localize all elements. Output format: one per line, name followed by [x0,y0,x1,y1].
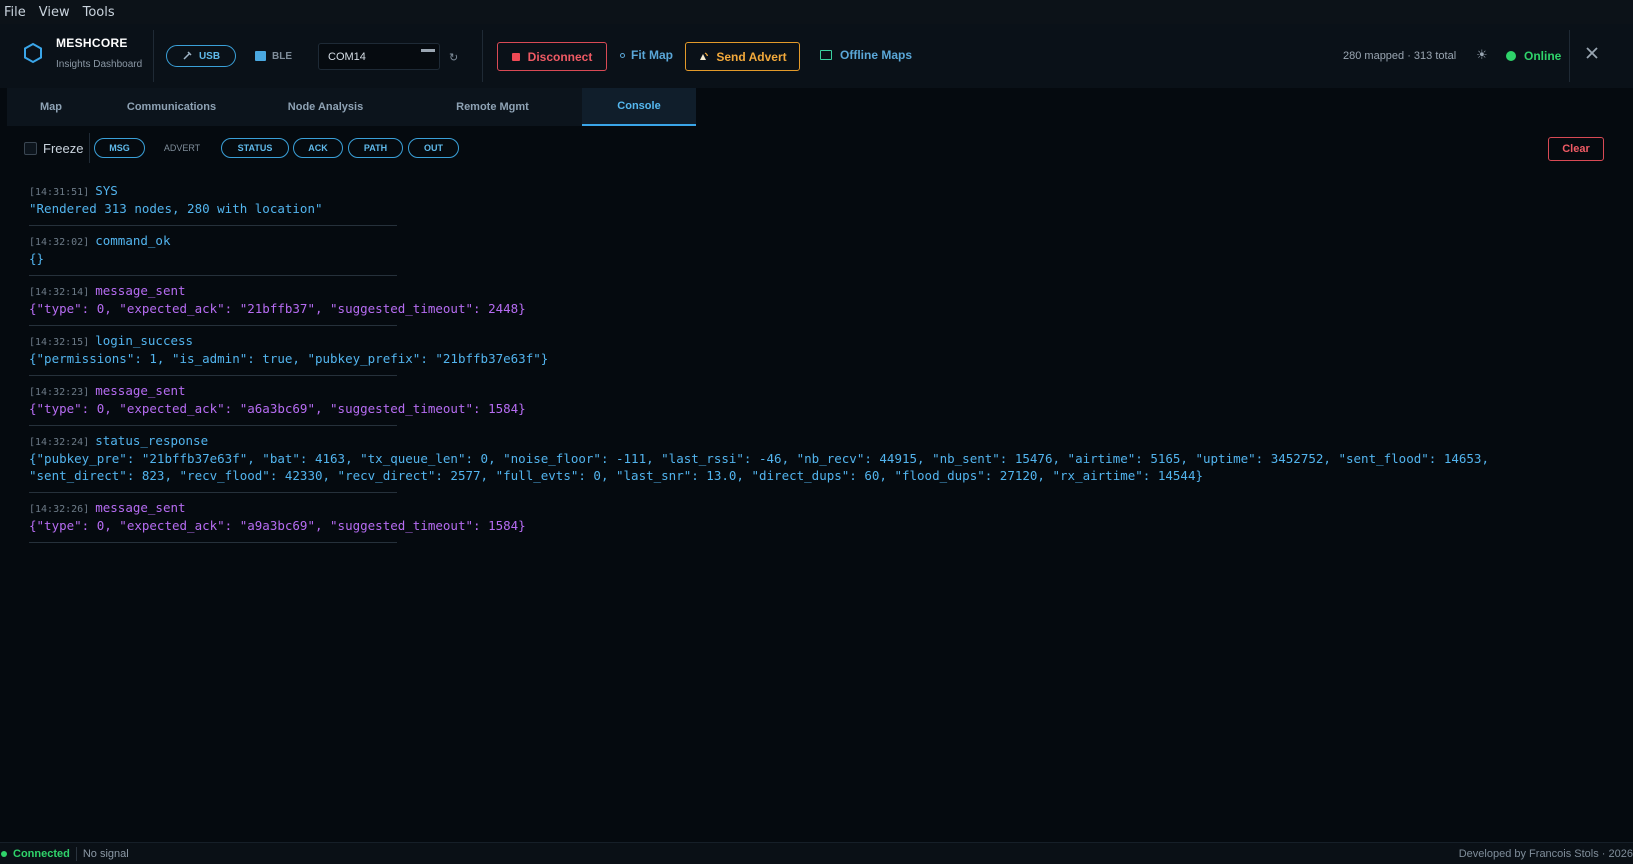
bluetooth-icon [255,51,266,61]
log-event: status_response [95,433,209,448]
log-timestamp: [14:32:15] [29,337,90,348]
log-entry: [14:31:51] SYS "Rendered 313 nodes, 280 … [29,183,1589,226]
log-event: login_success [95,333,194,348]
connection-dot-icon [1,850,7,857]
log-timestamp: [14:32:26] [29,504,90,515]
tab-console[interactable]: Console [582,88,696,126]
developer-credit: Developed by Francois Stols · 2026 [1458,847,1633,860]
brand-subtitle: Insights Dashboard [56,59,143,70]
tab-node-analysis[interactable]: Node Analysis [248,88,403,126]
log-entry: [14:32:26] message_sent {"type": 0, "exp… [29,500,1589,543]
broadcast-icon [700,52,709,60]
console-log: [14:31:51] SYS "Rendered 313 nodes, 280 … [29,183,1589,550]
tab-remote-mgmt[interactable]: Remote Mgmt [403,88,582,126]
filter-ack[interactable]: ACK [293,138,343,158]
log-payload: {"permissions": 1, "is_admin": true, "pu… [29,351,549,366]
divider [482,30,483,82]
log-payload: {} [29,251,45,266]
log-timestamp: [14:31:51] [29,187,90,198]
port-dropdown-icon[interactable] [421,49,435,52]
freeze-label: Freeze [43,141,84,156]
log-payload: {"type": 0, "expected_ack": "a9a3bc69", … [29,518,526,533]
log-payload: {"type": 0, "expected_ack": "a6a3bc69", … [29,401,526,416]
tab-bar: Map Communications Node Analysis Remote … [7,88,696,126]
divider [75,846,77,861]
console-toolbar: Freeze MSG ADVERT STATUS ACK PATH OUT Cl… [0,130,1633,168]
status-bar: Connected No signal Developed by Francoi… [0,842,1633,864]
menu-view[interactable]: View [39,5,70,20]
filter-advert[interactable]: ADVERT [157,138,207,158]
filter-msg[interactable]: MSG [94,138,145,158]
tab-communications[interactable]: Communications [95,88,248,126]
signal-label: No signal [82,847,129,860]
log-entry: [14:32:02] command_ok {} [29,233,1589,276]
log-event: message_sent [95,383,186,398]
close-icon[interactable] [1583,44,1601,62]
port-input[interactable]: COM14 [318,43,440,70]
log-payload: "Rendered 313 nodes, 280 with location" [29,201,323,216]
log-event: SYS [95,183,118,198]
node-counts: 280 mapped · 313 total [1343,50,1457,62]
brand-title: MESHCORE [56,36,128,50]
log-timestamp: [14:32:14] [29,287,90,298]
log-entry: [14:32:14] message_sent {"type": 0, "exp… [29,283,1589,326]
send-advert-label: Send Advert [716,49,787,64]
log-payload: {"pubkey_pre": "21bffb37e63f", "bat": 41… [29,451,1489,483]
divider [1569,30,1570,82]
log-timestamp: [14:32:02] [29,237,90,248]
theme-toggle-icon[interactable]: ☀ [1476,47,1488,63]
clear-button[interactable]: Clear [1548,137,1604,161]
ble-button[interactable]: BLE [255,45,292,67]
menu-bar: File View Tools [0,0,1633,24]
offline-maps-label: Offline Maps [840,48,913,62]
divider [153,30,154,82]
filter-out[interactable]: OUT [408,138,459,158]
usb-button[interactable]: USB [166,45,236,67]
log-payload: {"type": 0, "expected_ack": "21bffb37", … [29,301,526,316]
disconnect-button[interactable]: Disconnect [497,42,607,71]
usb-label: USB [198,50,221,62]
plug-icon [183,51,192,60]
app-header: MESHCORE Insights Dashboard USB BLE COM1… [0,24,1633,88]
log-event: message_sent [95,500,186,515]
log-entry: [14:32:15] login_success {"permissions":… [29,333,1589,376]
log-entry: [14:32:23] message_sent {"type": 0, "exp… [29,383,1589,426]
fit-map-button[interactable]: Fit Map [620,48,673,62]
filter-path[interactable]: PATH [348,138,403,158]
log-timestamp: [14:32:24] [29,437,90,448]
log-entry: [14:32:24] status_response {"pubkey_pre"… [29,433,1589,493]
port-value: COM14 [328,50,366,63]
hexagon-logo-icon [24,42,42,64]
freeze-checkbox[interactable] [24,142,37,155]
freeze-toggle[interactable]: Freeze [24,141,83,156]
menu-tools[interactable]: Tools [83,5,115,20]
map-icon [820,50,832,60]
divider [89,133,90,163]
fit-map-label: Fit Map [631,48,673,62]
connected-label: Connected [13,847,70,860]
target-icon [620,52,625,58]
stop-icon [511,52,520,61]
filter-status[interactable]: STATUS [221,138,289,158]
menu-file[interactable]: File [4,5,26,20]
ble-label: BLE [272,50,292,62]
offline-maps-button[interactable]: Offline Maps [820,48,912,62]
status-dot-icon [1506,51,1516,61]
brand: MESHCORE Insights Dashboard [22,36,142,70]
log-event: command_ok [95,233,171,248]
refresh-icon[interactable]: ↻ [449,51,458,64]
online-status: Online [1506,49,1561,63]
log-timestamp: [14:32:23] [29,387,90,398]
tab-map[interactable]: Map [7,88,95,126]
log-event: message_sent [95,283,186,298]
send-advert-button[interactable]: Send Advert [685,42,800,71]
disconnect-label: Disconnect [527,49,593,64]
online-label: Online [1524,49,1562,63]
